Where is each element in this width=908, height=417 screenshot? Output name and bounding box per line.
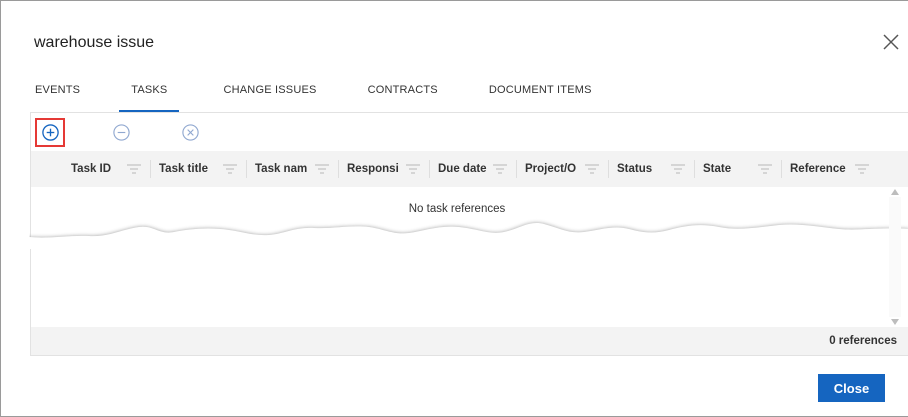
reference-count: 0 references xyxy=(829,335,897,347)
filter-icon[interactable] xyxy=(406,164,420,174)
column-label: State xyxy=(703,163,732,175)
close-icon[interactable] xyxy=(881,32,901,52)
filter-icon[interactable] xyxy=(855,164,869,174)
table-footer: 0 references xyxy=(31,327,908,355)
column-label: Task title xyxy=(159,163,208,175)
column-header-task-name[interactable]: Task nam xyxy=(247,151,339,187)
tasks-panel: Task ID Task title Task nam Responsil Du xyxy=(29,112,908,356)
tab-events[interactable]: EVENTS xyxy=(35,84,80,112)
column-header-status[interactable]: Status xyxy=(609,151,695,187)
column-label: Reference xyxy=(790,163,846,175)
table-body: No task references xyxy=(29,187,908,327)
scrollbar-track[interactable] xyxy=(889,197,901,317)
tab-contracts[interactable]: CONTRACTS xyxy=(368,84,438,112)
select-column-header xyxy=(31,151,63,187)
column-label: Due date xyxy=(438,163,487,175)
column-label: Status xyxy=(617,163,653,175)
column-header-task-id[interactable]: Task ID xyxy=(63,151,151,187)
column-header-state[interactable]: State xyxy=(695,151,782,187)
tab-tasks[interactable]: TASKS xyxy=(119,84,180,112)
column-header-task-title[interactable]: Task title xyxy=(151,151,247,187)
column-label: Task ID xyxy=(71,163,112,175)
table-header: Task ID Task title Task nam Responsil Du xyxy=(31,151,908,187)
tab-change-issues[interactable]: CHANGE ISSUES xyxy=(223,84,316,112)
remove-circle-icon[interactable] xyxy=(112,123,131,142)
close-button[interactable]: Close xyxy=(818,374,885,402)
tab-bar: EVENTS TASKS CHANGE ISSUES CONTRACTS DOC… xyxy=(35,84,592,112)
cancel-circle-icon[interactable] xyxy=(181,123,200,142)
column-header-responsible[interactable]: Responsil xyxy=(339,151,430,187)
filter-icon[interactable] xyxy=(758,164,772,174)
column-header-project[interactable]: Project/O xyxy=(517,151,609,187)
scroll-down-arrow-icon[interactable] xyxy=(891,319,899,325)
dialog-title: warehouse issue xyxy=(34,34,155,51)
column-header-due-date[interactable]: Due date xyxy=(430,151,517,187)
torn-edge-divider xyxy=(29,223,908,249)
task-references-dialog: warehouse issue EVENTS TASKS CHANGE ISSU… xyxy=(0,0,908,417)
add-circle-icon[interactable] xyxy=(41,123,60,142)
empty-message: No task references xyxy=(408,203,506,215)
filter-icon[interactable] xyxy=(315,164,329,174)
column-label: Task nam xyxy=(255,163,307,175)
column-label: Responsil xyxy=(347,163,399,175)
filter-icon[interactable] xyxy=(671,164,685,174)
filter-icon[interactable] xyxy=(223,164,237,174)
vertical-scrollbar[interactable] xyxy=(883,187,908,327)
scroll-up-arrow-icon[interactable] xyxy=(891,189,899,195)
column-label: Project/O xyxy=(525,163,577,175)
column-header-reference[interactable]: Reference xyxy=(782,151,883,187)
filter-icon[interactable] xyxy=(585,164,599,174)
table-toolbar xyxy=(31,113,908,151)
filter-icon[interactable] xyxy=(127,164,141,174)
filter-icon[interactable] xyxy=(493,164,507,174)
tab-document-items[interactable]: DOCUMENT ITEMS xyxy=(489,84,592,112)
